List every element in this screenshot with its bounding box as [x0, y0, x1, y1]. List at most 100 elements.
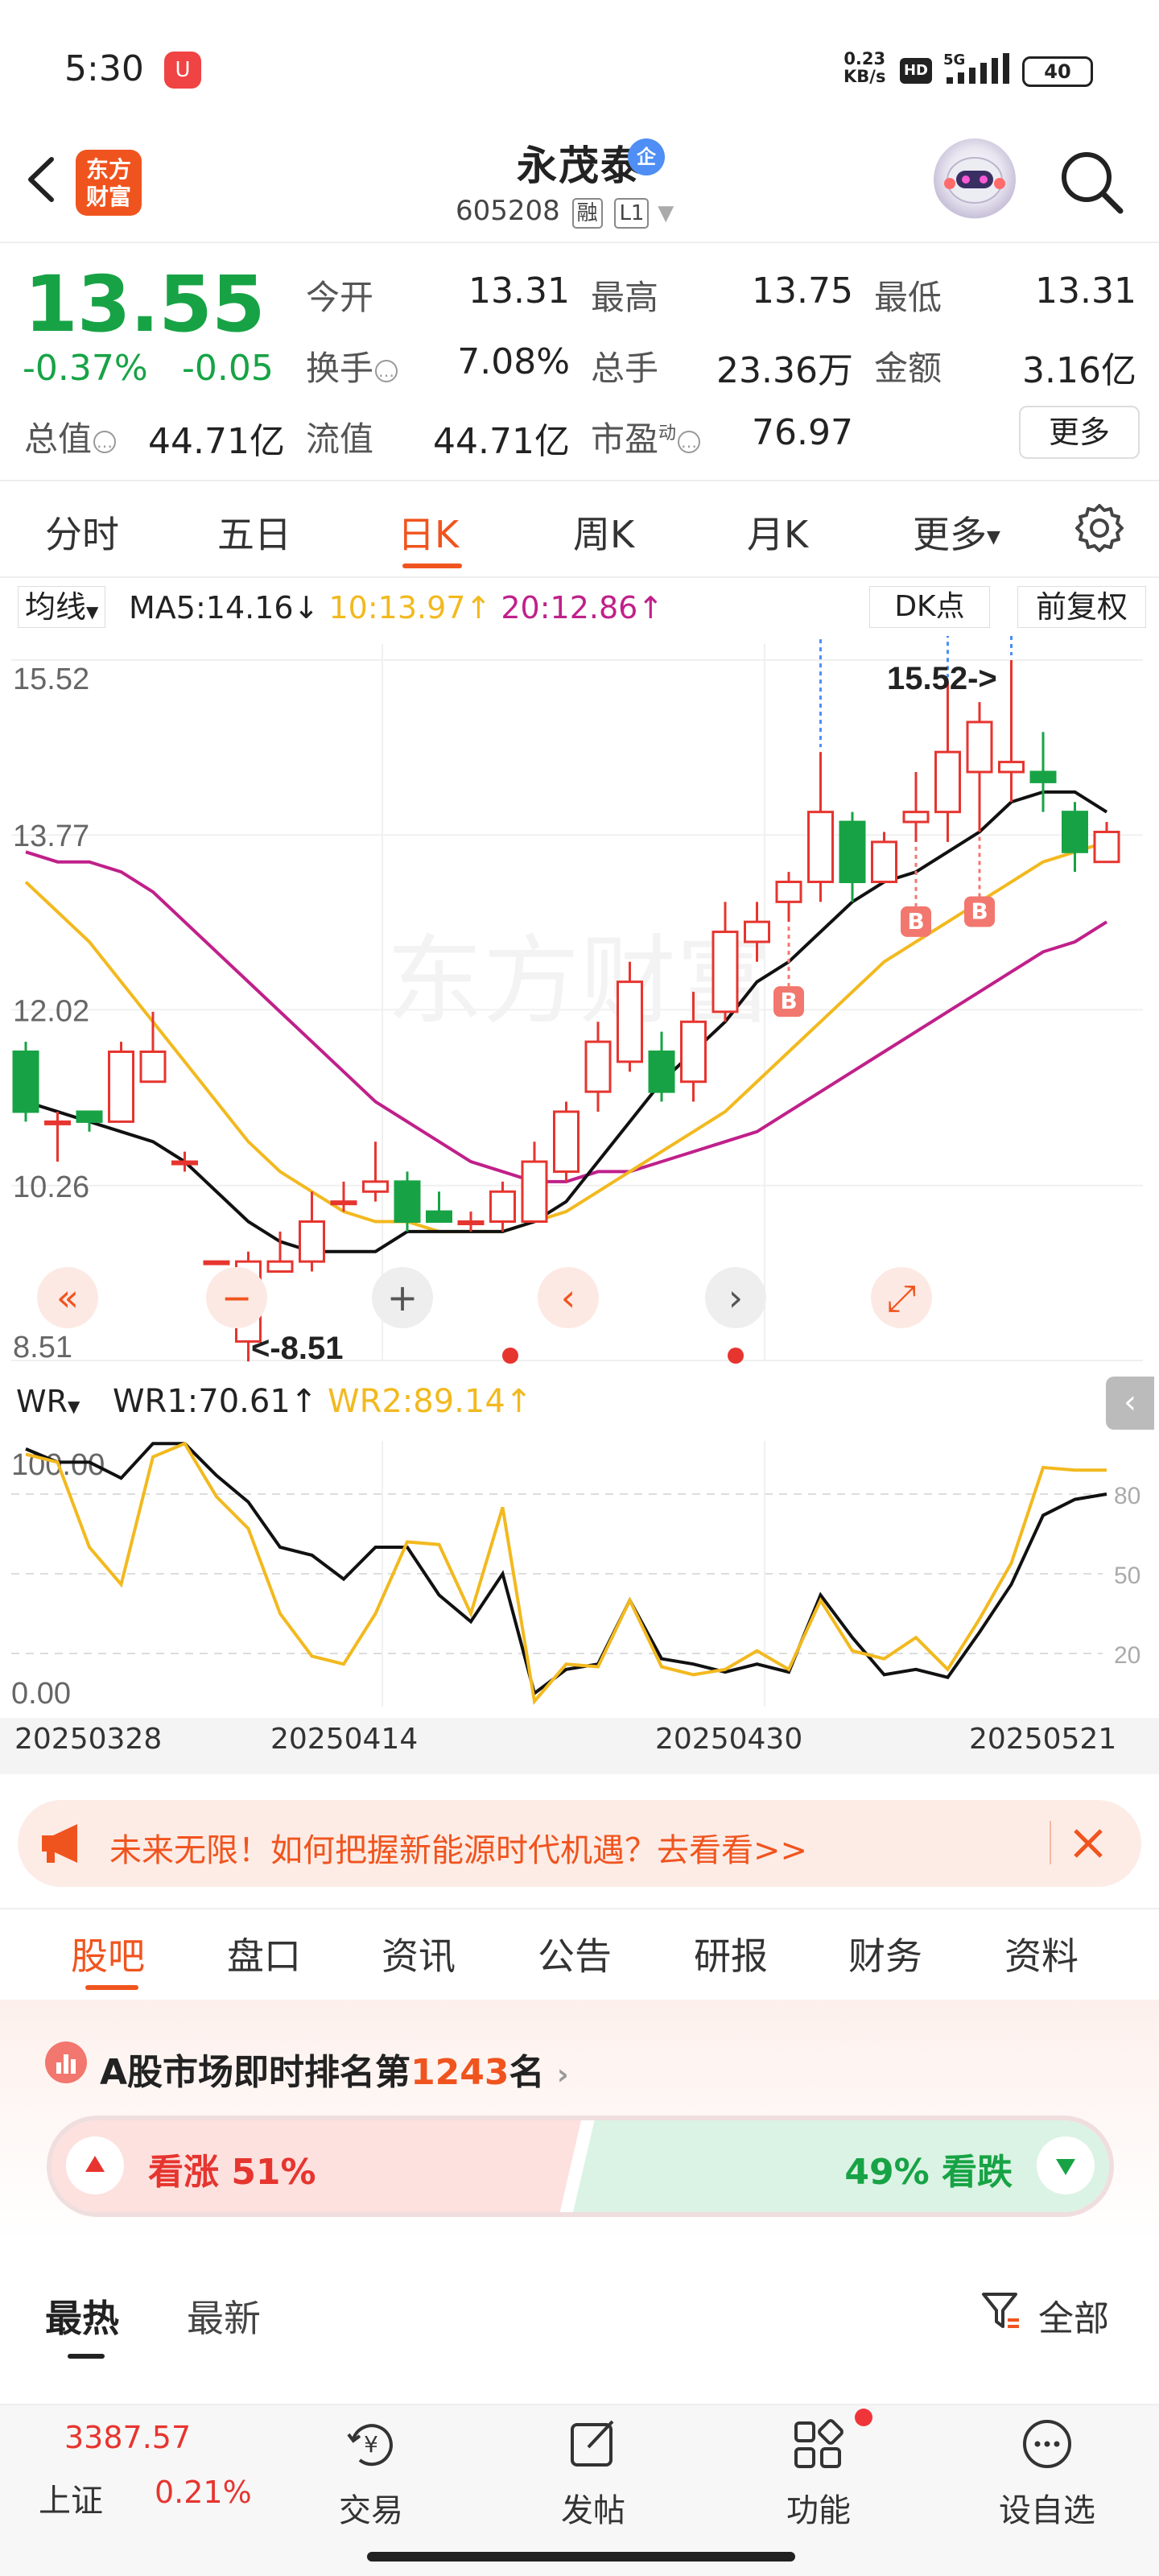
tab-pankou[interactable]: 盘口	[227, 1927, 301, 1980]
candle-body	[775, 881, 802, 903]
wr-selector[interactable]: WR▼	[16, 1383, 80, 1420]
tab-announcements[interactable]: 公告	[538, 1927, 612, 1980]
close-icon[interactable]	[1062, 1818, 1114, 1869]
open-value: 13.31	[468, 270, 570, 312]
date-tick: 20250430	[655, 1723, 803, 1756]
wr-values: WR1:70.61↑ WR2:89.14↑	[113, 1381, 532, 1422]
chevron-down-icon: ▼	[987, 527, 1000, 547]
candle-body	[934, 750, 961, 814]
tab-monthly-k[interactable]: 月K	[747, 506, 808, 559]
nav-post[interactable]: 发帖	[541, 2415, 645, 2536]
dropdown-caret-icon: ▼	[658, 201, 674, 225]
candle-body	[680, 1020, 707, 1084]
arrow-up-icon: ↑	[465, 590, 492, 625]
tab-profile[interactable]: 资料	[1004, 1927, 1079, 1980]
feed-tab-indicator	[68, 2354, 105, 2359]
tab-weekly-k[interactable]: 周K	[573, 506, 634, 559]
filter-icon[interactable]	[980, 2289, 1022, 2334]
nav-trade[interactable]: ¥ 交易	[319, 2415, 423, 2536]
adjust-button[interactable]: 前复权	[1017, 586, 1146, 628]
info-icon[interactable]: …	[375, 359, 398, 382]
candle-body	[76, 1110, 103, 1123]
candle-body	[584, 1040, 612, 1093]
volume-label: 总手	[591, 349, 659, 388]
info-icon[interactable]: …	[678, 430, 701, 453]
nav-add-watchlist[interactable]: 设自选	[995, 2415, 1099, 2536]
candle-body	[266, 1260, 294, 1274]
divider	[0, 576, 1159, 578]
candlestick-chart[interactable]: 15.5213.7712.0210.268.51东方财富SBSBSB15.52-…	[0, 636, 1159, 1377]
candle-body	[807, 811, 834, 884]
tab-five-day[interactable]: 五日	[217, 506, 291, 559]
scroll-left-icon-glyph: ‹	[561, 1276, 575, 1319]
fullscreen-icon-glyph: ⤢	[887, 1276, 917, 1319]
date-tick: 20250328	[14, 1723, 163, 1756]
tab-financials[interactable]: 财务	[848, 1927, 922, 1980]
grid-apps-icon	[794, 2419, 843, 2468]
feed-tab-new[interactable]: 最新	[187, 2289, 261, 2343]
current-price: 13.55	[24, 259, 266, 349]
candle-body	[362, 1180, 389, 1193]
vote-down-label[interactable]: 49% 看跌	[844, 2143, 1013, 2194]
search-icon[interactable]	[1054, 145, 1127, 217]
network-speed: 0.23 KB/s	[843, 50, 885, 85]
y-tick-right: 20	[1114, 1642, 1140, 1669]
event-dot	[502, 1348, 518, 1364]
arrow-up-icon: ↑	[290, 1383, 318, 1420]
tab-guba[interactable]: 股吧	[71, 1927, 145, 1980]
gear-icon[interactable]	[1074, 502, 1125, 554]
mktcap-value: 44.71亿	[148, 421, 285, 462]
divider	[0, 480, 1159, 481]
nav-functions[interactable]: 功能	[766, 2415, 871, 2536]
tab-research[interactable]: 研报	[694, 1927, 768, 1980]
candle-body	[902, 811, 930, 824]
tab-news[interactable]: 资讯	[382, 1927, 456, 1980]
zoom-out-icon-glyph: −	[221, 1276, 253, 1319]
vote-up-label[interactable]: 看涨 51%	[148, 2143, 316, 2194]
vote-up-button[interactable]	[66, 2136, 124, 2194]
banner-text[interactable]: 未来无限！如何把握新能源时代机遇？去看看>>	[109, 1824, 807, 1871]
y-tick-right: 50	[1114, 1563, 1140, 1589]
low-value: 13.31	[1035, 270, 1136, 312]
open-label: 今开	[306, 278, 374, 317]
stock-code-row[interactable]: 605208 融 L1 ▼	[456, 195, 674, 229]
ai-assistant-robot-icon[interactable]	[934, 138, 1016, 221]
buy-signal-label: B	[971, 898, 988, 924]
turnover-value: 7.08%	[457, 341, 570, 382]
arrow-down-icon: ↓	[293, 590, 320, 625]
filter-all[interactable]: 全部	[1038, 2289, 1109, 2341]
rank-number: 1243	[410, 2052, 509, 2093]
pe-label-text: 市盈	[591, 419, 659, 459]
index-value[interactable]: 3387.57	[64, 2420, 191, 2455]
tab-more[interactable]: 更多▼	[913, 506, 1000, 559]
wr2-line	[25, 1441, 1107, 1705]
dk-point-button[interactable]: DK点	[869, 586, 990, 628]
feed-tab-hot[interactable]: 最热	[45, 2289, 119, 2343]
stock-code: 605208	[456, 195, 560, 227]
vote-down-button[interactable]	[1037, 2136, 1095, 2194]
index-name[interactable]: 上证	[39, 2475, 103, 2521]
mktcap-label-text: 总值	[24, 419, 93, 459]
more-button[interactable]: 更多	[1019, 406, 1140, 459]
tab-intraday[interactable]: 分时	[45, 506, 119, 559]
nav-trade-label: 交易	[339, 2492, 403, 2529]
y-tick-label: 13.77	[13, 819, 89, 853]
level-tag: L1	[614, 198, 650, 229]
scroll-left-fast-icon-glyph: «	[56, 1276, 79, 1319]
info-icon[interactable]: …	[93, 430, 117, 453]
index-change[interactable]: 0.21%	[155, 2475, 252, 2510]
candle-body	[394, 1180, 421, 1223]
pe-value: 76.97	[752, 412, 853, 453]
buy-signal-label: B	[907, 908, 924, 935]
tab-daily-k[interactable]: 日K	[398, 506, 459, 559]
divider	[0, 242, 1159, 243]
svg-text:¥: ¥	[364, 2431, 378, 2458]
ma-selector[interactable]: 均线▼	[18, 586, 106, 628]
status-bar: 5:30 U 0.23 KB/s HD 5G 40	[0, 0, 1159, 137]
tab-more-label: 更多	[913, 513, 987, 556]
market-rank[interactable]: A股市场即时排名第1243名 ›	[100, 2043, 569, 2095]
candle-body	[998, 761, 1025, 774]
net-speed-value: 0.23	[843, 49, 886, 68]
rank-prefix: A股市场即时排名第	[100, 2052, 411, 2093]
chevron-down-icon: ▼	[67, 1397, 80, 1416]
